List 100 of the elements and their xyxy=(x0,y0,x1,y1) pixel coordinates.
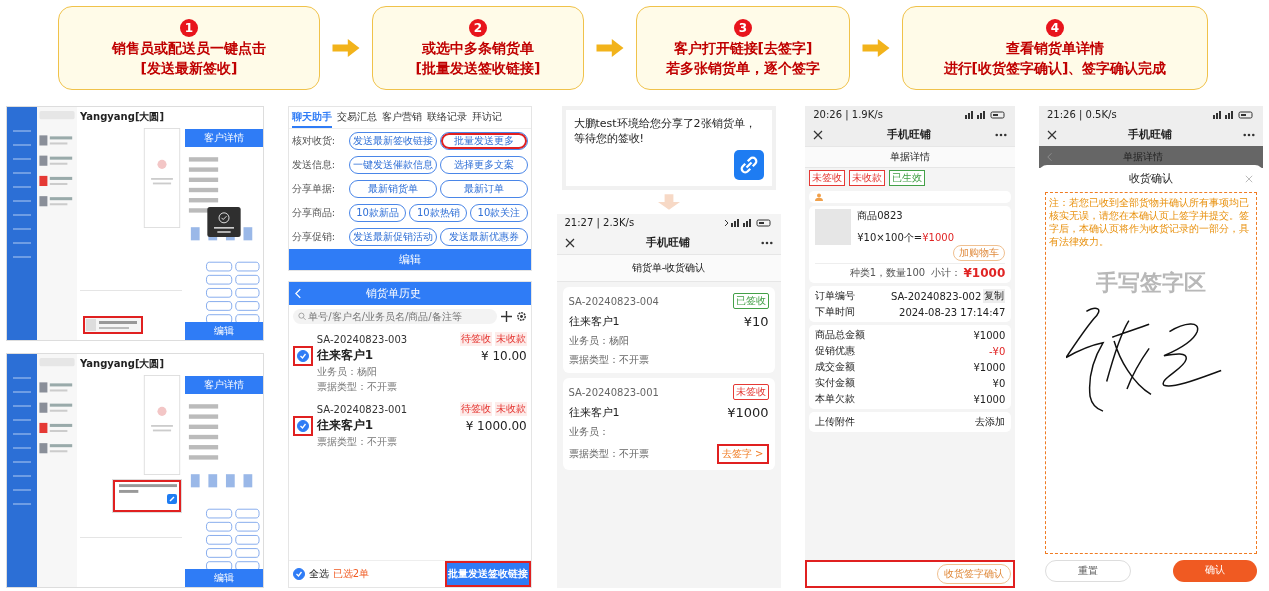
customer-name: 往来客户1 xyxy=(568,314,620,329)
action-button[interactable]: 批量发送更多 xyxy=(439,132,528,150)
status-tag: 未收款 xyxy=(849,170,886,186)
step-number: 2 xyxy=(469,19,487,37)
row-label: 发送信息: xyxy=(291,158,337,172)
price-total: ¥1000 xyxy=(922,232,954,243)
step-number: 3 xyxy=(734,19,752,37)
step-text: [发送最新签收] xyxy=(140,59,238,77)
edit-button[interactable]: 编辑 xyxy=(185,322,263,340)
tab[interactable]: 联络记录 xyxy=(426,110,467,128)
order-number: SA-20240823-001 xyxy=(568,386,659,398)
app-title: 手机旺铺 xyxy=(1127,127,1173,142)
field-label: 商品总金额 xyxy=(815,328,866,342)
signature-area-label: 手写签字区 xyxy=(1096,269,1206,297)
arrow-right-icon xyxy=(596,39,624,57)
more-icon[interactable] xyxy=(1243,132,1255,137)
step-text: 或选中多条销货单 xyxy=(422,39,534,57)
step-text: 销售员或配送员一键点击 xyxy=(112,39,266,57)
share-message-card[interactable] xyxy=(112,479,182,513)
subtotal: ¥1000 xyxy=(963,266,1006,280)
panel-header: 客户详情 xyxy=(185,376,263,394)
step-text: 进行[收货签字确认]、签字确认完成 xyxy=(943,59,1167,77)
share-link-card[interactable] xyxy=(83,316,143,334)
order-detail: 业务员：杨阳 xyxy=(568,334,629,348)
row-label: 核对收货: xyxy=(291,134,337,148)
step-text: 查看销货单详情 xyxy=(1006,39,1104,57)
status-time: 21:26 | 0.5K/s xyxy=(1047,109,1117,120)
chat-title: Yangyang[大圆] xyxy=(80,357,166,371)
checkmark-icon xyxy=(297,421,308,431)
order-amount: ¥ 1000.00 xyxy=(465,418,527,433)
add-attachment-link[interactable]: 去添加 xyxy=(975,415,1006,429)
field-value: ¥0 xyxy=(992,377,1006,389)
message-text: 大鹏test环境给您分享了2张销货单，等待您的签收! xyxy=(573,116,757,146)
page-title: 销货单历史 xyxy=(365,286,421,301)
tab[interactable]: 拜访记 xyxy=(471,110,502,128)
share-message-card[interactable]: 大鹏test环境给您分享了2张销货单，等待您的签收! xyxy=(561,106,776,190)
field-label: 实付金额 xyxy=(815,376,856,390)
field-label: 下单时间 xyxy=(815,305,856,319)
photo-placeholder xyxy=(815,209,852,245)
order-card[interactable]: SA-20240823-004 已签收 往来客户1 ¥10 业务员：杨阳 票据类型：不开票 xyxy=(562,287,775,373)
order-detail: 票据类型：不开票 xyxy=(316,435,398,449)
message-composer[interactable] xyxy=(80,290,182,337)
status-tag: 未签收 xyxy=(809,170,846,186)
arrow-right-icon xyxy=(862,39,890,57)
step-text: 若多张销货单，逐个签字 xyxy=(666,59,820,77)
message-text-drawing xyxy=(119,484,177,494)
send-links-button[interactable]: 批量发送签收链接 xyxy=(444,561,531,587)
chat-title: Yangyang[大圆] xyxy=(80,110,166,124)
field-label: 成交金额 xyxy=(815,360,856,374)
edit-button[interactable]: 编辑 xyxy=(185,569,263,587)
plus-icon[interactable] xyxy=(500,311,512,322)
more-icon[interactable] xyxy=(760,240,773,245)
panel-header: 客户详情 xyxy=(185,129,263,147)
status-time: 20:26 | 1.9K/s xyxy=(813,109,883,120)
field-value: ¥1000 xyxy=(973,393,1006,405)
order-detail: 票据类型：不开票 xyxy=(316,380,398,394)
search-icon xyxy=(297,312,307,321)
customer-name: 往来客户1 xyxy=(316,417,374,434)
step-text: 客户打开链接[去签字] xyxy=(673,39,813,57)
edit-button[interactable]: 编辑 xyxy=(288,249,531,270)
order-card[interactable]: SA-20240823-001 未签收 往来客户1 ¥1000 业务员： 票据类型：不开票 去签字 > xyxy=(562,378,775,470)
step-number: 4 xyxy=(1046,19,1064,37)
status-tag: 未收款 xyxy=(494,332,527,346)
order-number: SA-20240823-001 xyxy=(316,403,408,415)
sign-link[interactable]: 去签字 > xyxy=(716,444,769,464)
row-label: 分享商品: xyxy=(291,206,337,220)
summary-text: 种类1，数量100 小计： xyxy=(849,266,962,280)
close-icon[interactable] xyxy=(813,129,824,140)
order-number: SA-20240823-003 xyxy=(316,333,408,345)
selected-count: 已选2单 xyxy=(332,567,370,581)
product-name: 商品0823 xyxy=(857,209,904,223)
page-title: 销货单-收货确认 xyxy=(556,254,781,282)
search-field[interactable]: 单号/客户名/业务员名/商品/备注等 xyxy=(292,309,497,324)
tab[interactable]: 交易汇总 xyxy=(336,110,377,128)
order-amount: ¥1000 xyxy=(727,405,769,420)
step-text: [批量发送签收链接] xyxy=(415,59,541,77)
close-icon[interactable] xyxy=(564,237,575,248)
confirm-button[interactable]: 确认 xyxy=(1173,560,1257,582)
field-value: SA-20240823-002 xyxy=(890,290,982,302)
status-tag: 已签收 xyxy=(732,293,769,309)
field-label: 订单编号 xyxy=(815,289,856,303)
order-amount: ¥10 xyxy=(743,314,769,329)
order-number: SA-20240823-004 xyxy=(568,295,659,307)
copy-button[interactable]: 复制 xyxy=(983,289,1006,303)
price-formula: ¥10×100个= xyxy=(857,232,923,243)
dialog-title: 收货确认 xyxy=(1129,171,1173,186)
field-label: 本单欠款 xyxy=(815,392,856,406)
tab[interactable]: 聊天助手 xyxy=(291,110,332,128)
more-icon[interactable] xyxy=(995,132,1008,137)
checkbox[interactable] xyxy=(292,568,305,580)
field-value: ¥1000 xyxy=(973,329,1006,341)
settings-icon[interactable] xyxy=(515,311,527,322)
order-amount: ¥ 10.00 xyxy=(480,348,527,363)
tab[interactable]: 客户营销 xyxy=(381,110,422,128)
arrow-right-icon xyxy=(332,39,360,57)
close-icon[interactable] xyxy=(1047,129,1057,140)
status-tag: 待签收 xyxy=(459,402,492,416)
order-detail: 票据类型：不开票 xyxy=(568,447,649,461)
row-label: 分享促销: xyxy=(291,230,337,244)
checkmark-icon xyxy=(293,569,304,579)
